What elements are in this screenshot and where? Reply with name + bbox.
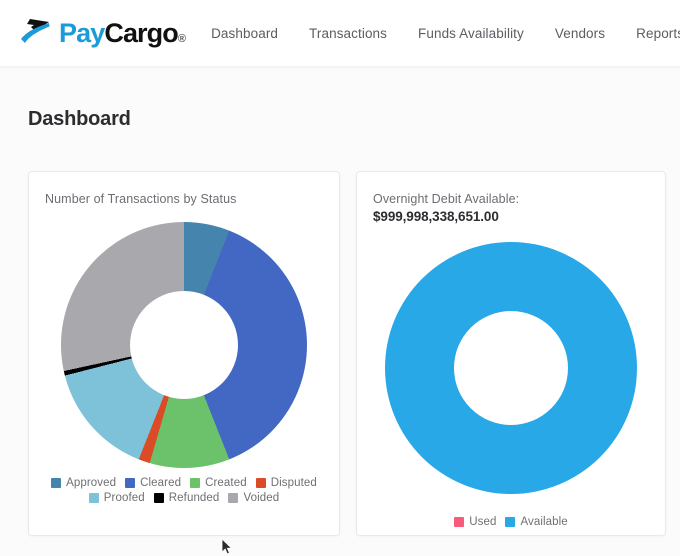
- mouse-pointer-icon: [221, 538, 233, 555]
- legend-label: Approved: [66, 477, 117, 490]
- nav-item-dashboard[interactable]: Dashboard: [211, 26, 278, 41]
- legend-item-disputed[interactable]: Disputed: [255, 477, 317, 490]
- donut-chart-overnight-wrap: [373, 242, 649, 495]
- page-title: Dashboard: [28, 108, 131, 130]
- card-title-transactions: Number of Transactions by Status: [45, 192, 237, 206]
- card-overnight-debit: Overnight Debit Available: $999,998,338,…: [356, 171, 666, 536]
- legend-item-voided[interactable]: Voided: [228, 492, 279, 504]
- legend-swatch-icon: [88, 493, 99, 504]
- logo-pay-text: Pay: [59, 17, 105, 48]
- donut-hole: [454, 311, 568, 426]
- paycargo-logo[interactable]: PayCargo®: [18, 13, 186, 53]
- donut-chart-transactions[interactable]: [61, 222, 307, 469]
- card-transactions-by-status: Number of Transactions by Status Approve…: [28, 171, 340, 536]
- legend-overnight: Used Available: [373, 516, 649, 528]
- legend-label: Voided: [243, 492, 280, 505]
- nav-item-funds-availability[interactable]: Funds Availability: [418, 26, 524, 41]
- app-header: PayCargo® Dashboard Transactions Funds A…: [0, 0, 680, 70]
- nav-item-transactions[interactable]: Transactions: [309, 26, 387, 41]
- legend-label: Available: [520, 516, 568, 529]
- legend-item-created[interactable]: Created: [190, 477, 247, 489]
- logo-registered-mark: ®: [177, 32, 186, 45]
- legend-label: Used: [469, 516, 497, 529]
- legend-label: Refunded: [168, 492, 220, 505]
- logo-cargo-text: Cargo: [104, 17, 178, 48]
- legend-label: Cleared: [140, 477, 182, 490]
- donut-chart-overnight[interactable]: [385, 242, 637, 495]
- legend-item-proofed[interactable]: Proofed: [88, 492, 145, 505]
- legend-swatch-icon: [125, 478, 136, 489]
- main-nav: Dashboard Transactions Funds Availabilit…: [211, 26, 680, 41]
- legend-label: Proofed: [103, 492, 145, 505]
- legend-item-refunded[interactable]: Refunded: [153, 492, 220, 505]
- legend-item-cleared[interactable]: Cleared: [125, 477, 181, 489]
- legend-item-available[interactable]: Available: [505, 516, 568, 529]
- nav-item-vendors[interactable]: Vendors: [555, 26, 605, 41]
- legend-swatch-icon: [454, 517, 465, 528]
- card-title-overnight: Overnight Debit Available:: [373, 192, 520, 206]
- legend-swatch-icon: [255, 478, 266, 489]
- nav-item-reports[interactable]: Reports: [636, 26, 680, 41]
- legend-item-approved[interactable]: Approved: [51, 477, 116, 489]
- legend-swatch-icon: [153, 493, 164, 504]
- donut-hole: [130, 291, 238, 400]
- donut-chart-transactions-wrap: [45, 222, 323, 469]
- legend-label: Disputed: [270, 477, 317, 490]
- logo-wordmark: PayCargo®: [59, 17, 186, 48]
- legend-label: Created: [205, 477, 247, 490]
- legend-item-used[interactable]: Used: [454, 516, 496, 528]
- page-body: Dashboard Number of Transactions by Stat…: [0, 66, 680, 536]
- legend-transactions: Approved Cleared Created Disputed Proofed Ref…: [45, 477, 323, 504]
- overnight-debit-amount: $999,998,338,651.00: [373, 209, 499, 225]
- legend-swatch-icon: [51, 478, 62, 489]
- legend-swatch-icon: [505, 517, 516, 528]
- legend-swatch-icon: [228, 493, 239, 504]
- paycargo-arrow-icon: [21, 19, 50, 43]
- dashboard-cards: Number of Transactions by Status Approve…: [0, 131, 680, 536]
- legend-swatch-icon: [190, 478, 201, 489]
